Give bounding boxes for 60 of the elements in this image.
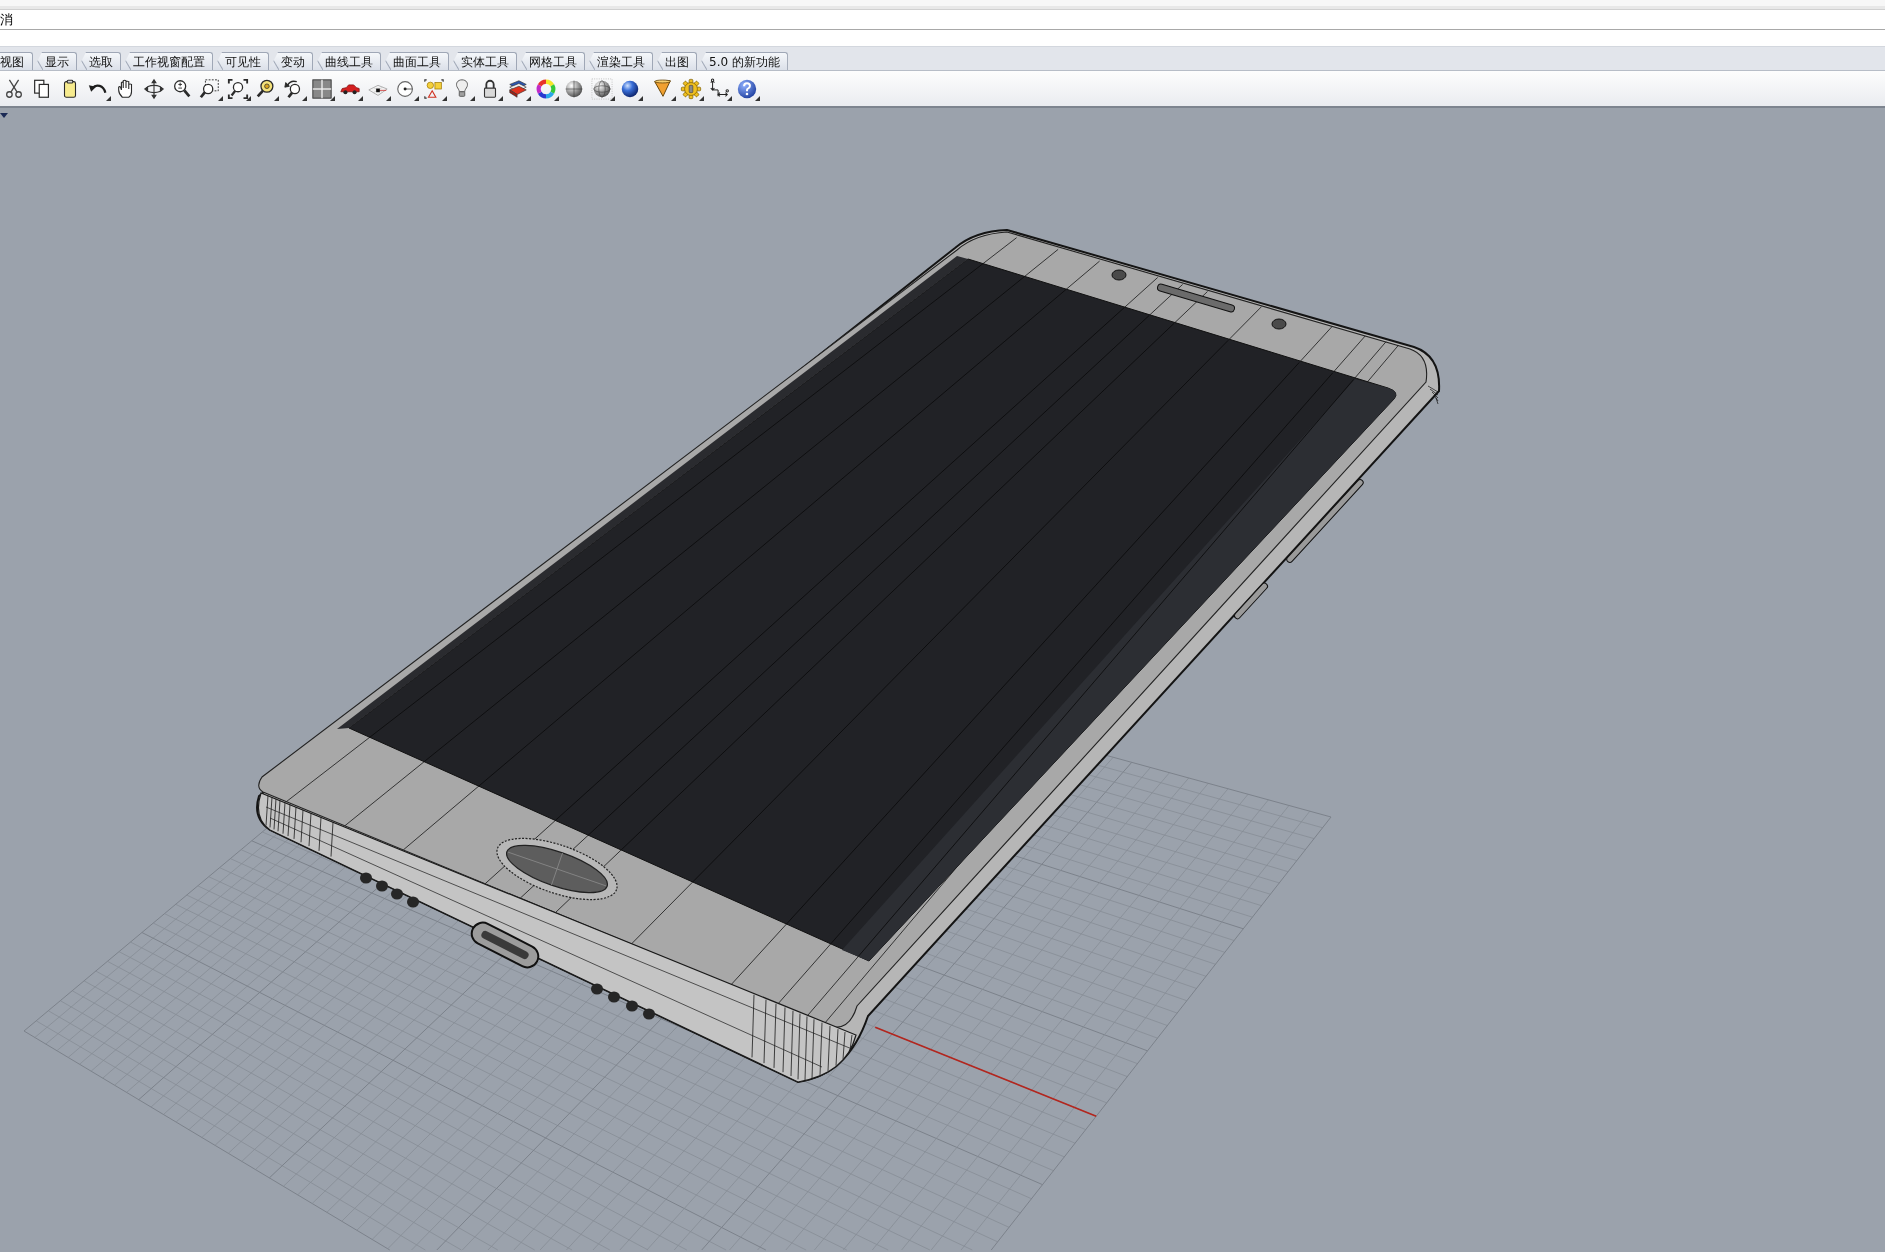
flyout-arrow-icon[interactable] [358, 95, 363, 101]
layers-icon[interactable] [507, 77, 529, 100]
scissors-icon[interactable] [3, 77, 25, 100]
flyout-arrow-icon[interactable] [638, 95, 643, 101]
shapes-icon[interactable] [423, 77, 445, 100]
flyout-arrow-icon[interactable] [554, 95, 559, 101]
speaker-hole [643, 1008, 655, 1020]
viewport-menu-arrow-icon[interactable] [0, 113, 8, 118]
toolbar-tab[interactable]: 变动 [269, 52, 313, 70]
toolbar-tab[interactable]: 网格工具 [517, 52, 585, 70]
toolbar-tab[interactable]: 视图 [0, 52, 33, 70]
toolbar-tab[interactable]: 渲染工具 [585, 52, 653, 70]
flyout-arrow-icon[interactable] [699, 95, 704, 101]
color-wheel-icon[interactable] [535, 77, 557, 100]
toolbar-tab[interactable]: 曲面工具 [381, 52, 449, 70]
toolbar-tab[interactable]: 可见性 [213, 52, 269, 70]
flyout-arrow-icon[interactable] [498, 95, 503, 101]
toolbar-tab[interactable]: 实体工具 [449, 52, 517, 70]
flyout-arrow-icon[interactable] [218, 95, 223, 101]
cone-icon[interactable] [652, 77, 674, 100]
toolbar-tab[interactable]: 曲线工具 [313, 52, 381, 70]
flyout-arrow-icon[interactable] [470, 95, 475, 101]
flyout-arrow-icon[interactable] [274, 95, 279, 101]
zoom-window-icon[interactable] [199, 77, 221, 100]
gear-icon[interactable] [680, 77, 702, 100]
flyout-arrow-icon[interactable] [526, 95, 531, 101]
flyout-arrow-icon[interactable] [671, 95, 676, 101]
command-input-field[interactable] [0, 30, 1885, 46]
dimension-icon[interactable] [708, 77, 730, 100]
sensor-hole [1271, 318, 1287, 330]
speaker-hole [626, 1000, 638, 1012]
help-icon[interactable] [736, 77, 758, 100]
four-viewports-icon[interactable] [311, 77, 333, 100]
toolbar-tab[interactable]: 显示 [33, 52, 77, 70]
speaker-hole [608, 991, 620, 1003]
flyout-arrow-icon[interactable] [414, 95, 419, 101]
speaker-hole [376, 880, 388, 892]
flyout-arrow-icon[interactable] [246, 95, 251, 101]
front-camera-hole [1111, 269, 1127, 281]
speaker-hole [407, 896, 419, 908]
toolbar-tab[interactable]: 工作视窗配置 [121, 52, 213, 70]
toolbar-tab[interactable]: 选取 [77, 52, 121, 70]
flyout-arrow-icon[interactable] [302, 95, 307, 101]
wire-sphere-icon[interactable] [591, 77, 613, 100]
zoom-in-icon[interactable] [171, 77, 193, 100]
flyout-arrow-icon[interactable] [442, 95, 447, 101]
toolbar-tab[interactable]: 出图 [653, 52, 697, 70]
rotate-arrows-icon[interactable] [143, 77, 165, 100]
flyout-arrow-icon[interactable] [610, 95, 615, 101]
flyout-arrow-icon[interactable] [386, 95, 391, 101]
flyout-arrow-icon[interactable] [755, 95, 760, 101]
zoom-extents-icon[interactable] [227, 77, 249, 100]
flyout-arrow-icon[interactable] [330, 95, 335, 101]
flyout-arrow-icon[interactable] [727, 95, 732, 101]
speaker-hole [391, 888, 403, 900]
flyout-arrow-icon[interactable] [106, 95, 111, 101]
speaker-hole [360, 872, 372, 884]
toolbar-tab[interactable]: 5.0 的新功能 [697, 52, 788, 70]
speaker-hole [591, 983, 603, 995]
command-history-text: 消 [0, 11, 13, 28]
